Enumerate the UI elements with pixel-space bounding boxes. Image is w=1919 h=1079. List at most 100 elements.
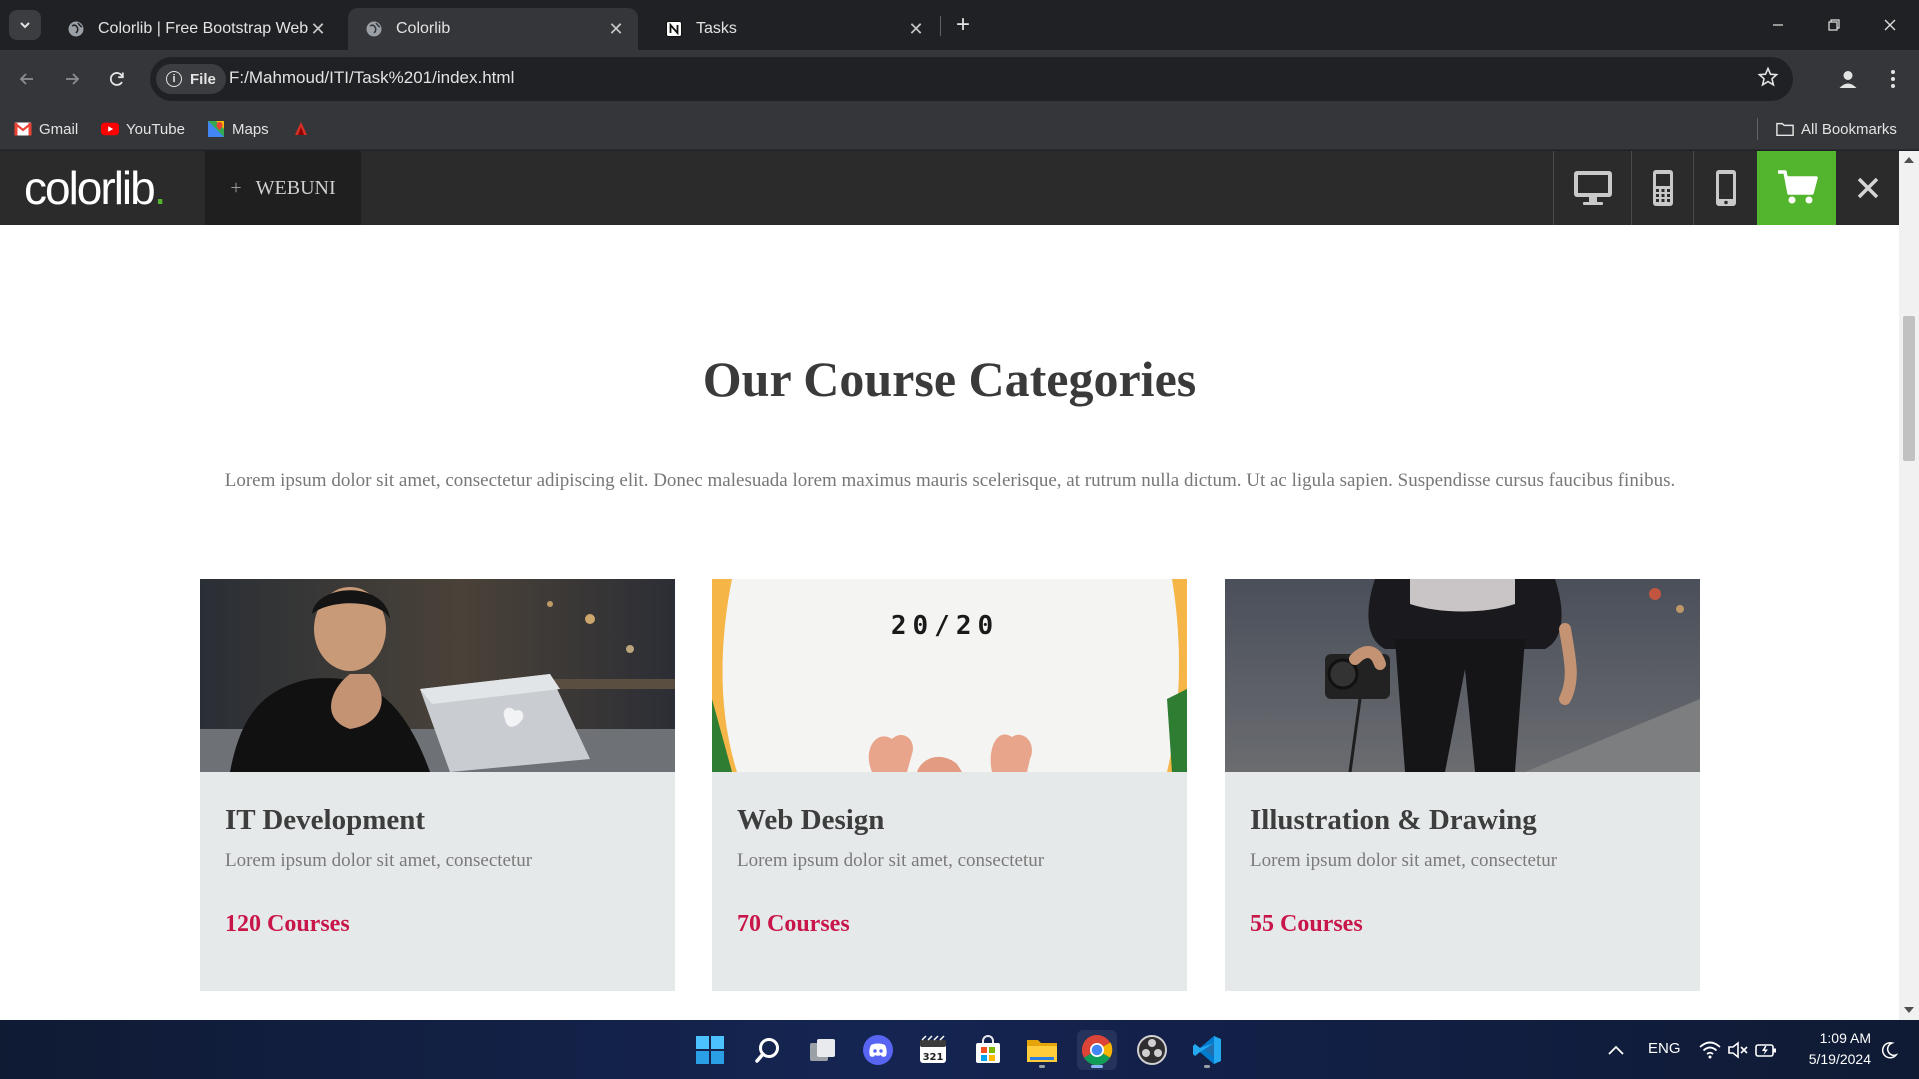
battery-button[interactable]: [1750, 1030, 1782, 1070]
task-view-button[interactable]: [803, 1030, 843, 1070]
discord-taskbar-button[interactable]: [858, 1030, 898, 1070]
volume-muted-icon: [1728, 1041, 1748, 1059]
tablet-view-button[interactable]: [1631, 151, 1693, 225]
show-hidden-icons-button[interactable]: [1600, 1030, 1632, 1070]
clock-time[interactable]: 1:09 AM: [1806, 1030, 1871, 1046]
colorlib-logo[interactable]: colorlib.: [24, 161, 167, 215]
more-vert-icon: [1891, 70, 1895, 88]
folder-icon: [1027, 1040, 1057, 1062]
tab-title: Tasks: [696, 20, 737, 37]
store-taskbar-button[interactable]: [968, 1030, 1008, 1070]
mobile-view-button[interactable]: [1693, 151, 1757, 225]
discord-icon: [863, 1035, 893, 1065]
arrow-right-icon: [66, 73, 80, 85]
gmail-icon: [14, 120, 32, 138]
section-description: Lorem ipsum dolor sit amet, consectetur …: [224, 470, 1676, 491]
new-tab-button[interactable]: +: [950, 11, 976, 38]
close-icon[interactable]: ✕: [606, 19, 626, 39]
bookmark-extra[interactable]: [292, 116, 317, 142]
active-indicator: [1091, 1065, 1103, 1068]
reload-button[interactable]: [100, 62, 134, 96]
tab-strip: Colorlib | Free Bootstrap Websit ✕ Color…: [0, 0, 1919, 50]
notifications-button[interactable]: [1874, 1030, 1904, 1070]
browser-toolbar: i File F:/Mahmoud/ITI/Task%201/index.htm…: [0, 50, 1919, 108]
restore-icon: [1828, 19, 1840, 31]
vscode-taskbar-button[interactable]: [1187, 1030, 1227, 1070]
chrome-icon: [1081, 1035, 1113, 1066]
clock-date[interactable]: 5/19/2024: [1798, 1051, 1871, 1067]
tab-colorlib[interactable]: Colorlib ✕: [348, 8, 638, 50]
card-text: Lorem ipsum dolor sit amet, consectetur: [737, 850, 1045, 871]
start-button[interactable]: [690, 1030, 730, 1070]
search-button[interactable]: [748, 1030, 788, 1070]
close-icon[interactable]: ✕: [906, 19, 926, 39]
close-icon[interactable]: ✕: [308, 19, 328, 39]
back-button[interactable]: [10, 62, 44, 96]
bookmarks-bar: Gmail YouTube Maps All Bookmarks: [0, 108, 1919, 150]
plus-icon: +: [230, 176, 242, 199]
cart-button[interactable]: [1757, 151, 1836, 225]
theme-selector[interactable]: + WEBUNI: [205, 151, 361, 225]
site-header: colorlib. + WEBUNI: [0, 151, 1899, 225]
page-scrollbar[interactable]: [1899, 151, 1919, 1020]
tab-tasks[interactable]: Tasks ✕: [648, 8, 938, 50]
profile-button[interactable]: [1831, 62, 1865, 96]
svg-text:321: 321: [923, 1052, 944, 1063]
close-preview-button[interactable]: [1836, 151, 1899, 225]
card-title: IT Development: [225, 804, 426, 836]
bookmark-label: Maps: [232, 120, 269, 138]
address-bar[interactable]: i File F:/Mahmoud/ITI/Task%201/index.htm…: [150, 57, 1793, 101]
chrome-taskbar-button[interactable]: [1077, 1030, 1117, 1070]
bookmark-gmail[interactable]: Gmail: [14, 116, 78, 142]
reload-icon: [109, 72, 124, 86]
section-title: Our Course Categories: [702, 351, 1197, 407]
course-card-illustration-drawing[interactable]: Illustration & Drawing Lorem ipsum dolor…: [1225, 579, 1700, 991]
forward-button[interactable]: [55, 62, 89, 96]
menu-button[interactable]: [1876, 62, 1910, 96]
all-bookmarks-button[interactable]: All Bookmarks: [1776, 116, 1897, 142]
url-text[interactable]: F:/Mahmoud/ITI/Task%201/index.html: [229, 68, 514, 88]
bookmark-maps[interactable]: Maps: [207, 116, 269, 142]
bookmark-youtube[interactable]: YouTube: [101, 116, 185, 142]
store-icon: [976, 1035, 1000, 1063]
close-icon: [1884, 19, 1896, 31]
shirt-text: 20/20: [891, 611, 999, 641]
tab-search-button[interactable]: [9, 10, 41, 40]
scroll-up-arrow-icon[interactable]: [1904, 157, 1914, 163]
card-course-count: 120 Courses: [225, 911, 350, 937]
theme-label: WEBUNI: [255, 176, 336, 199]
scroll-thumb[interactable]: [1903, 316, 1915, 461]
course-card-web-design[interactable]: 20/20 Web Design Lorem ipsum dolor sit a…: [712, 579, 1187, 991]
scroll-down-arrow-icon[interactable]: [1904, 1007, 1914, 1013]
minimize-icon: [1773, 24, 1783, 26]
site-info-chip[interactable]: i File: [156, 64, 226, 94]
course-image-shirt: 20/20: [712, 579, 1187, 772]
restore-button[interactable]: [1814, 8, 1854, 42]
vscode-icon: [1193, 1036, 1221, 1064]
maps-icon: [207, 120, 225, 138]
card-course-count: 70 Courses: [737, 911, 850, 937]
chip-label: File: [190, 70, 216, 88]
language-indicator[interactable]: ENG: [1648, 1040, 1681, 1057]
calendar-icon: 321: [920, 1035, 946, 1063]
calendar-taskbar-button[interactable]: 321: [913, 1030, 953, 1070]
bookmarks-separator: [1757, 118, 1758, 140]
course-card-it-development[interactable]: IT Development Lorem ipsum dolor sit ame…: [200, 579, 675, 991]
search-icon: [755, 1038, 779, 1063]
logo-dot: .: [153, 162, 167, 214]
page-viewport: colorlib. + WEBUNI Our Course Categories…: [0, 151, 1899, 1020]
tablet-icon: [1652, 170, 1673, 206]
close-window-button[interactable]: [1870, 8, 1910, 42]
obs-taskbar-button[interactable]: [1132, 1030, 1172, 1070]
tab-title: Colorlib: [396, 20, 451, 37]
mobile-icon: [1715, 170, 1736, 206]
running-indicator: [1039, 1065, 1045, 1068]
bookmark-label: YouTube: [126, 120, 185, 138]
file-explorer-taskbar-button[interactable]: [1022, 1030, 1062, 1070]
bookmark-star-icon[interactable]: [1757, 66, 1779, 94]
close-icon: [1857, 177, 1878, 199]
minimize-button[interactable]: [1758, 8, 1798, 42]
tab-colorlib-bootstrap[interactable]: Colorlib | Free Bootstrap Websit ✕: [50, 8, 340, 50]
desktop-view-button[interactable]: [1553, 151, 1631, 225]
notion-icon: [664, 19, 684, 39]
